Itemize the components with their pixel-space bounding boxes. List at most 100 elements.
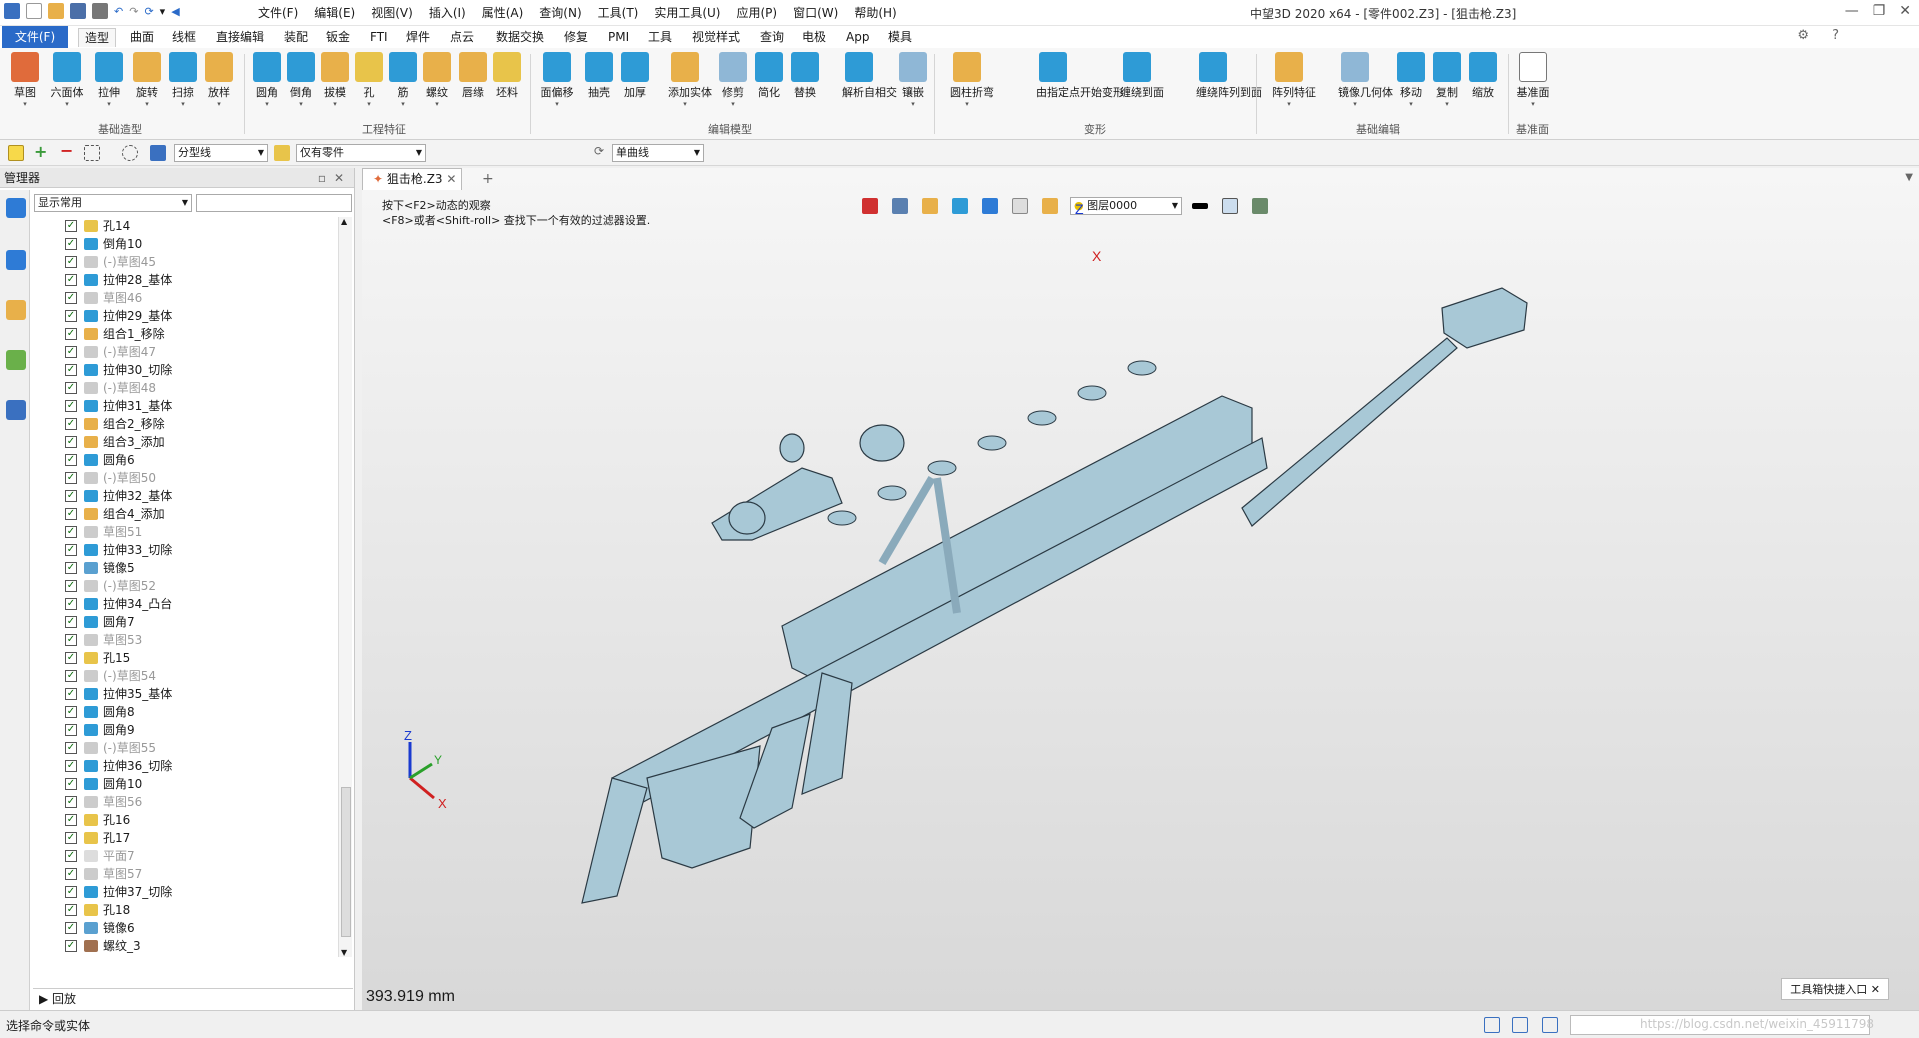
filter-select-2[interactable]: 仅有零件 ▼	[296, 144, 426, 162]
box-select-icon[interactable]	[84, 145, 100, 161]
viewport-3d[interactable]: ✦ 狙击枪.Z3 ✕ + 按下<F2>动态的观察 <F8>或者<Shift-rol…	[362, 168, 1919, 1010]
tree-item-checkbox[interactable]: ✓	[65, 724, 77, 736]
manager-search-input[interactable]	[196, 194, 352, 212]
tree-item[interactable]: ✓ 拉伸36_切除	[33, 757, 338, 775]
tree-item-checkbox[interactable]: ✓	[65, 328, 77, 340]
tree-scrollbar[interactable]: ▲ ▼	[338, 217, 352, 957]
tree-item-checkbox[interactable]: ✓	[65, 868, 77, 880]
tree-item-checkbox[interactable]: ✓	[65, 490, 77, 502]
close-icon[interactable]: ✕	[334, 168, 344, 188]
tree-item[interactable]: ✓ 拉伸28_基体	[33, 271, 338, 289]
hexahedron-button[interactable]: 六面体 ▾	[50, 52, 84, 109]
tab-sheetmetal[interactable]: 钣金	[320, 28, 356, 46]
tree-item-checkbox[interactable]: ✓	[65, 220, 77, 232]
open-folder-icon[interactable]	[48, 3, 64, 19]
save-icon[interactable]	[70, 3, 86, 19]
tree-item[interactable]: ✓ 镜像5	[33, 559, 338, 577]
tab-wireframe[interactable]: 线框	[166, 28, 202, 46]
tree-item[interactable]: ✓ (-)草图48	[33, 379, 338, 397]
part-filter-icon[interactable]	[274, 145, 290, 161]
tree-item[interactable]: ✓ 拉伸30_切除	[33, 361, 338, 379]
scale-button[interactable]: 缩放	[1466, 52, 1500, 100]
menu-query[interactable]: 查询(N)	[531, 4, 589, 22]
close-icon[interactable]: ✕	[1871, 983, 1880, 996]
tree-item-checkbox[interactable]: ✓	[65, 832, 77, 844]
tab-surface[interactable]: 曲面	[124, 28, 160, 46]
undo-icon[interactable]: ↶	[114, 5, 123, 18]
add-icon[interactable]: +	[34, 142, 47, 161]
hole-button[interactable]: 孔 ▾	[352, 52, 386, 109]
tree-item[interactable]: ✓ 孔18	[33, 901, 338, 919]
menu-window[interactable]: 窗口(W)	[785, 4, 846, 22]
select-icon[interactable]	[8, 145, 24, 161]
lasso-icon[interactable]	[122, 145, 138, 161]
curve-icon[interactable]: ⟳	[594, 144, 604, 158]
tab-app[interactable]: App	[840, 28, 875, 46]
user-icon[interactable]	[6, 400, 26, 420]
remove-icon[interactable]: −	[60, 141, 73, 160]
tab-visual-style[interactable]: 视觉样式	[686, 28, 746, 46]
tree-item-checkbox[interactable]: ✓	[65, 940, 77, 952]
new-file-icon[interactable]	[26, 3, 42, 19]
lip-button[interactable]: 唇缘	[456, 52, 490, 100]
menu-tools[interactable]: 工具(T)	[590, 4, 647, 22]
tree-item[interactable]: ✓ (-)草图52	[33, 577, 338, 595]
tree-item-checkbox[interactable]: ✓	[65, 742, 77, 754]
tree-item[interactable]: ✓ 草图57	[33, 865, 338, 883]
tree-item[interactable]: ✓ 草图56	[33, 793, 338, 811]
pattern-feature-button[interactable]: 阵列特征 ▾	[1272, 52, 1316, 109]
sketch-button[interactable]: 草图 ▾	[8, 52, 42, 109]
display-filter-select[interactable]: 显示常用 ▼	[34, 194, 192, 212]
tree-item[interactable]: ✓ 草图53	[33, 631, 338, 649]
tab-tools[interactable]: 工具	[642, 28, 678, 46]
tree-item-checkbox[interactable]: ✓	[65, 310, 77, 322]
add-solid-button[interactable]: 添加实体 ▾	[668, 52, 712, 109]
simplify-button[interactable]: 简化	[752, 52, 786, 100]
sweep-button[interactable]: 扫掠 ▾	[166, 52, 200, 109]
tree-item[interactable]: ✓ 孔16	[33, 811, 338, 829]
tree-item-checkbox[interactable]: ✓	[65, 400, 77, 412]
tree-item-checkbox[interactable]: ✓	[65, 598, 77, 610]
tab-pmi[interactable]: PMI	[602, 28, 635, 46]
tab-query[interactable]: 查询	[754, 28, 790, 46]
tree-item-checkbox[interactable]: ✓	[65, 436, 77, 448]
close-icon[interactable]: ✕	[1899, 3, 1911, 19]
wrap-to-face-button[interactable]: 缠绕到面	[1120, 52, 1164, 100]
part-icon[interactable]	[6, 300, 26, 320]
tab-assembly[interactable]: 装配	[278, 28, 314, 46]
redo-icon[interactable]: ↷	[129, 5, 138, 18]
extrude-button[interactable]: 拉伸 ▾	[92, 52, 126, 109]
chamfer-button[interactable]: 倒角 ▾	[284, 52, 318, 109]
tab-repair[interactable]: 修复	[558, 28, 594, 46]
chevron-down-icon[interactable]: ▾	[160, 5, 166, 18]
tree-item[interactable]: ✓ (-)草图45	[33, 253, 338, 271]
tree-item[interactable]: ✓ 圆角6	[33, 451, 338, 469]
tree-item[interactable]: ✓ 拉伸34_凸台	[33, 595, 338, 613]
status-icon-1[interactable]	[1484, 1017, 1500, 1033]
thread-button[interactable]: 螺纹 ▾	[420, 52, 454, 109]
rollback-bar[interactable]: ▶ 回放	[33, 988, 353, 1008]
tree-item-checkbox[interactable]: ✓	[65, 706, 77, 718]
tab-mold[interactable]: 模具	[882, 28, 918, 46]
tree-item[interactable]: ✓ 组合4_添加	[33, 505, 338, 523]
self-intersect-button[interactable]: 解析自相交	[842, 52, 897, 100]
tree-item-checkbox[interactable]: ✓	[65, 472, 77, 484]
tab-direct-edit[interactable]: 直接编辑	[210, 28, 270, 46]
tab-data-exchange[interactable]: 数据交换	[490, 28, 550, 46]
app-logo-icon[interactable]	[4, 3, 20, 19]
modeling-stop-marker[interactable]: ----- 建模停止 -----	[33, 955, 338, 957]
filter-select-3[interactable]: 单曲线 ▼	[612, 144, 704, 162]
mirror-geometry-button[interactable]: 镜像几何体 ▾	[1338, 52, 1393, 109]
tree-item[interactable]: ✓ 孔17	[33, 829, 338, 847]
quick-toolbox-entry[interactable]: 工具箱快捷入口 ✕	[1781, 978, 1889, 1000]
tree-item-checkbox[interactable]: ✓	[65, 814, 77, 826]
tree-item-checkbox[interactable]: ✓	[65, 760, 77, 772]
tree-item-checkbox[interactable]: ✓	[65, 526, 77, 538]
filter-icon[interactable]	[150, 145, 166, 161]
tree-item-checkbox[interactable]: ✓	[65, 508, 77, 520]
tree-item-checkbox[interactable]: ✓	[65, 904, 77, 916]
draft-button[interactable]: 拔模 ▾	[318, 52, 352, 109]
tree-item[interactable]: ✓ 拉伸31_基体	[33, 397, 338, 415]
tree-item-checkbox[interactable]: ✓	[65, 256, 77, 268]
revolve-button[interactable]: 旋转 ▾	[130, 52, 164, 109]
